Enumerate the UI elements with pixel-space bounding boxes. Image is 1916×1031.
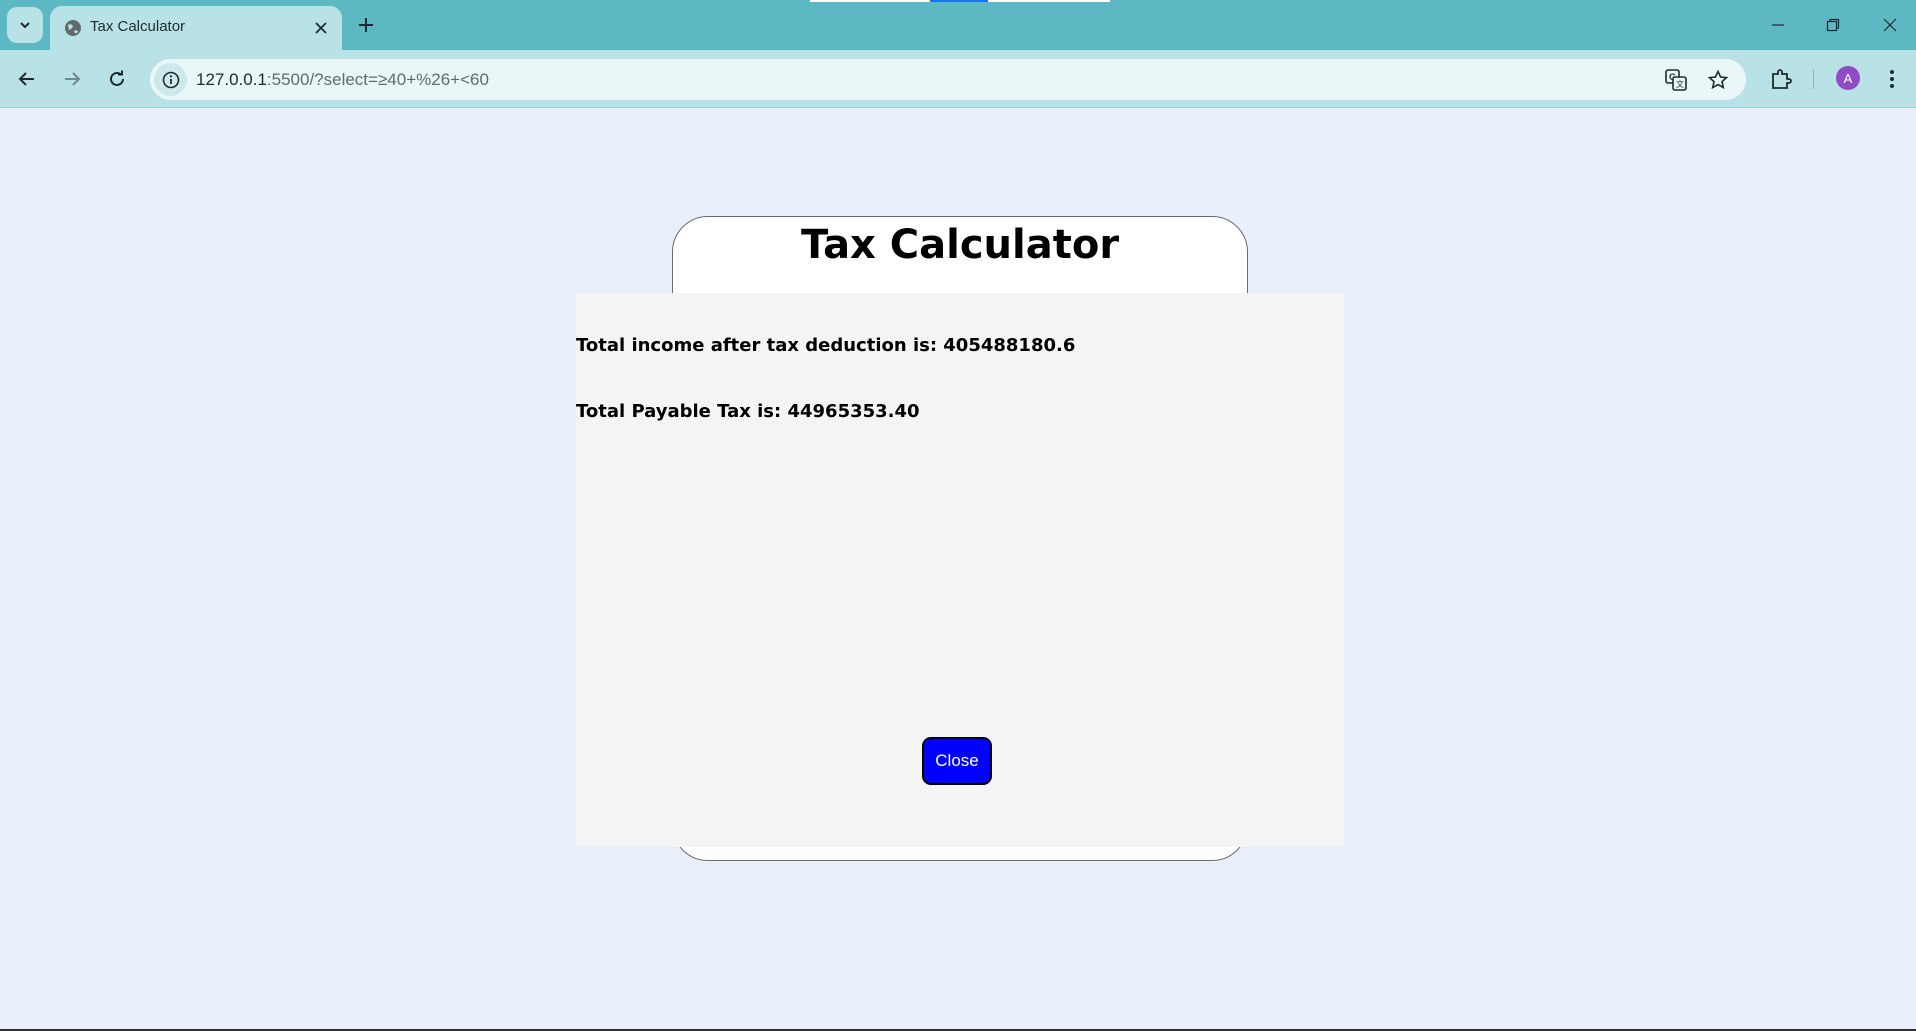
site-info-button[interactable] [154, 63, 187, 96]
result-modal: Total income after tax deduction is: 405… [576, 293, 1344, 847]
close-button[interactable]: Close [922, 737, 992, 785]
restore-icon [1826, 18, 1840, 32]
tab-title: Tax Calculator [90, 18, 186, 35]
income-after-tax-text: Total income after tax deduction is: 405… [576, 335, 1076, 356]
reload-button[interactable] [100, 62, 134, 96]
tab-close-button[interactable] [310, 17, 332, 39]
loading-indicator-active [930, 0, 988, 2]
minimize-icon [1772, 24, 1784, 26]
menu-button[interactable] [1875, 62, 1909, 96]
toolbar-divider [0, 107, 1916, 108]
url-host: 127.0.0.1 [196, 70, 267, 89]
minimize-button[interactable] [1758, 8, 1798, 42]
new-tab-button[interactable] [352, 11, 380, 39]
window-close-button[interactable] [1870, 8, 1910, 42]
translate-button[interactable]: G文 [1664, 68, 1688, 92]
loading-indicator-tail [988, 0, 1110, 2]
star-icon [1708, 70, 1728, 90]
active-tab[interactable]: Tax Calculator [50, 6, 342, 50]
arrow-right-icon [65, 72, 81, 86]
page-title: Tax Calculator [800, 222, 1120, 268]
info-icon [162, 71, 179, 88]
globe-icon [65, 20, 81, 36]
tab-strip: Tax Calculator [0, 0, 1916, 50]
profile-avatar[interactable]: A [1836, 66, 1860, 90]
plus-icon [359, 18, 373, 32]
forward-button[interactable] [55, 62, 89, 96]
arrow-left-icon [18, 72, 34, 86]
tab-search-button[interactable] [7, 7, 43, 43]
more-vert-icon [1890, 70, 1894, 88]
url-text[interactable]: 127.0.0.1:5500/?select=≥40+%26+<60 [196, 70, 489, 90]
toolbar-separator [1813, 69, 1814, 89]
puzzle-icon [1772, 69, 1792, 89]
bookmark-button[interactable] [1706, 68, 1730, 92]
browser-toolbar: 127.0.0.1:5500/?select=≥40+%26+<60 G文 A [0, 50, 1916, 108]
chevron-down-icon [20, 22, 30, 29]
extensions-button[interactable] [1764, 62, 1798, 96]
translate-icon: G文 [1665, 69, 1687, 91]
reload-icon [110, 70, 124, 86]
address-bar[interactable]: 127.0.0.1:5500/?select=≥40+%26+<60 G文 [150, 59, 1746, 100]
restore-button[interactable] [1813, 8, 1853, 42]
close-icon [315, 22, 327, 34]
back-button[interactable] [10, 62, 44, 96]
svg-text:文: 文 [1676, 79, 1684, 89]
close-icon [1883, 18, 1897, 32]
loading-indicator [810, 0, 930, 2]
payable-tax-text: Total Payable Tax is: 44965353.40 [576, 401, 920, 422]
url-path: :5500/?select=≥40+%26+<60 [266, 70, 489, 89]
